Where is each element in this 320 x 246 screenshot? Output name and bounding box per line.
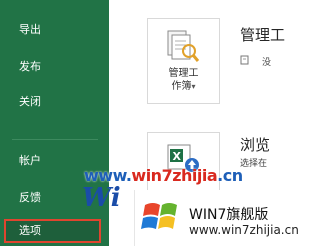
nav-item-label: 反馈 [19, 191, 41, 204]
manage-workbook-label-2-text: 作簿 [171, 81, 192, 92]
nav-divider [12, 139, 98, 140]
nav-item-label: 选项 [19, 224, 41, 237]
manage-workbook-subtext: 没 [262, 58, 272, 68]
watermark-url-part: .cn [217, 166, 243, 185]
nav-item-close[interactable]: 关闭 [0, 90, 109, 114]
windows-logo-icon [141, 203, 177, 229]
nav-item-publish[interactable]: 发布 [0, 55, 109, 79]
watermark-brand: Wi [82, 183, 121, 213]
manage-workbook-label-2: 作簿▾ [148, 80, 219, 93]
svg-text:X: X [173, 150, 182, 163]
watermark-url-part: win7zhijia [131, 166, 218, 185]
nav-item-label: 导出 [19, 23, 41, 36]
watermark-badge: WIN7旗舰版 www.win7zhijia.cn [134, 190, 299, 246]
watermark-text: WIN7旗舰版 [189, 207, 269, 223]
document-icon [240, 55, 249, 65]
browser-view-subtext: 选择在 [240, 159, 268, 169]
manage-workbook-label-1: 管理工 [168, 68, 199, 79]
nav-item-label: 帐户 [19, 154, 41, 167]
nav-item-label: 关闭 [19, 95, 41, 108]
manage-workbook-heading: 管理工 [240, 26, 286, 44]
manage-workbook-tile[interactable]: 管理工 作簿▾ [147, 18, 220, 104]
nav-item-export[interactable]: 导出 [0, 18, 109, 42]
browser-view-heading: 浏览 [240, 136, 271, 154]
manage-workbook-icon [167, 30, 200, 62]
nav-item-options[interactable]: 选项 [4, 219, 101, 243]
nav-item-label: 发布 [19, 60, 41, 73]
watermark-site: www.win7zhijia.cn [189, 223, 299, 237]
chevron-down-icon: ▾ [191, 82, 196, 91]
